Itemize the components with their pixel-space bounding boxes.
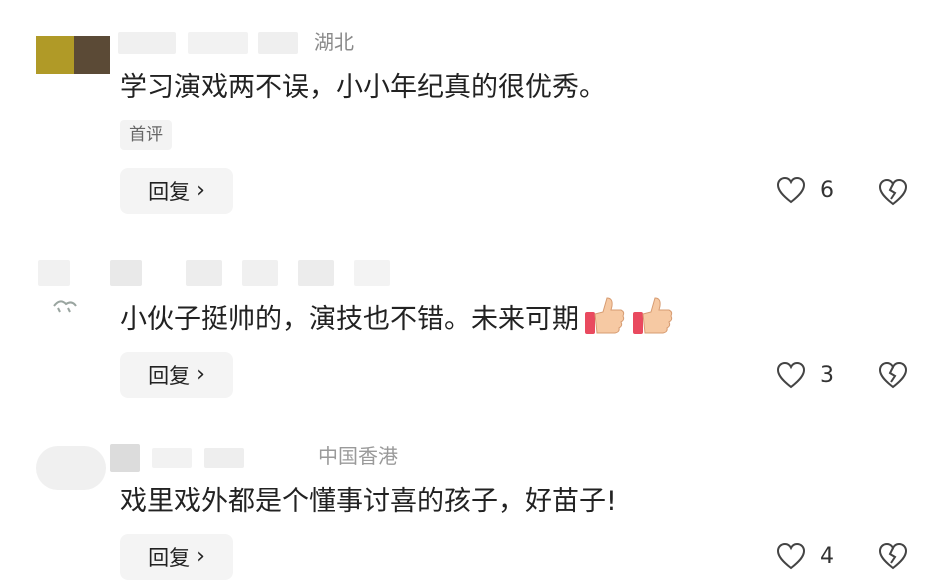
dislike-button[interactable] (878, 361, 908, 393)
avatar[interactable] (36, 288, 96, 318)
comment-text: 学习演戏两不误，小小年纪真的很优秀。 (120, 72, 606, 103)
comment-text: 小伙子挺帅的，演技也不错。未来可期 (120, 294, 675, 348)
like-count: 4 (820, 543, 834, 569)
username-blurred[interactable] (38, 258, 418, 288)
broken-heart-icon (878, 178, 908, 206)
comment-item: 中国香港 戏里戏外都是个懂事讨喜的孩子，好苗子! 回复 › 4 (0, 410, 943, 587)
reply-label: 回复 (148, 546, 191, 570)
chevron-right-icon: › (196, 362, 205, 387)
heart-outline-icon (776, 542, 806, 570)
username-blurred[interactable] (110, 444, 318, 474)
like-button[interactable]: 6 (776, 176, 834, 204)
like-count: 3 (820, 362, 834, 388)
reply-button[interactable]: 回复 › (120, 534, 233, 580)
thumbs-up-icon (631, 294, 675, 348)
avatar[interactable] (36, 36, 110, 74)
chevron-right-icon: › (196, 544, 205, 569)
thumbs-up-icon (583, 294, 627, 348)
avatar[interactable] (36, 446, 106, 490)
comment-location: 中国香港 (318, 444, 398, 468)
heart-outline-icon (776, 361, 806, 389)
first-comment-badge: 首评 (120, 120, 172, 150)
comment-item: 小伙子挺帅的，演技也不错。未来可期 回复 › 3 (0, 230, 943, 410)
comment-text-body: 小伙子挺帅的，演技也不错。未来可期 (120, 304, 579, 335)
comment-text: 戏里戏外都是个懂事讨喜的孩子，好苗子! (120, 486, 617, 517)
dislike-button[interactable] (878, 542, 908, 574)
comment-item: 湖北 学习演戏两不误，小小年纪真的很优秀。 首评 回复 › 6 (0, 0, 943, 230)
username-blurred[interactable] (118, 28, 318, 58)
chevron-right-icon: › (196, 178, 205, 203)
heart-outline-icon (776, 176, 806, 204)
comment-location: 湖北 (314, 30, 354, 54)
reply-button[interactable]: 回复 › (120, 168, 233, 214)
like-count: 6 (820, 177, 834, 203)
broken-heart-icon (878, 542, 908, 570)
reply-label: 回复 (148, 364, 191, 388)
reply-label: 回复 (148, 180, 191, 204)
reply-button[interactable]: 回复 › (120, 352, 233, 398)
like-button[interactable]: 4 (776, 542, 834, 570)
like-button[interactable]: 3 (776, 361, 834, 389)
avatar-sketch-icon (53, 300, 77, 313)
dislike-button[interactable] (878, 178, 908, 210)
broken-heart-icon (878, 361, 908, 389)
